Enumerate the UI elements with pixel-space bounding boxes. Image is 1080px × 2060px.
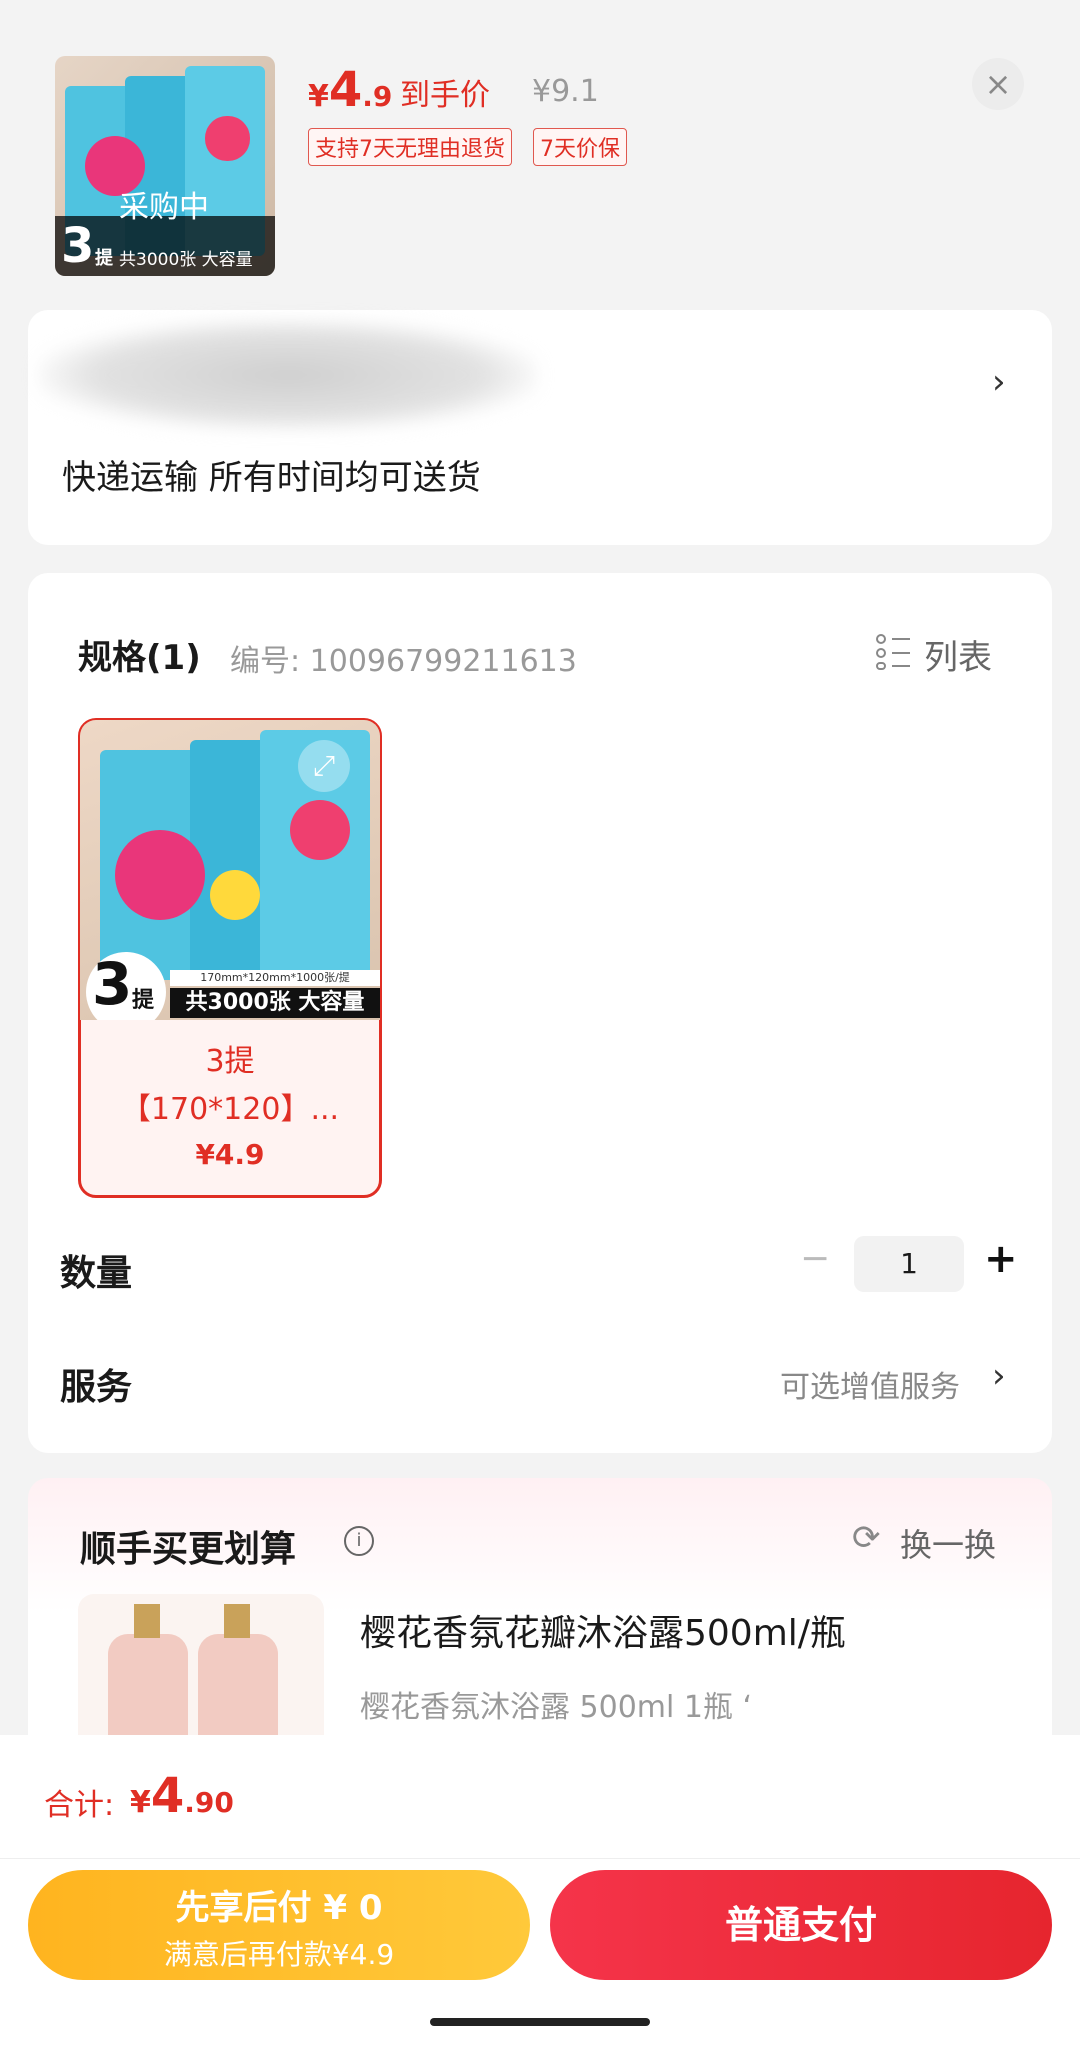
service-chevron-icon[interactable]: › — [992, 1356, 1006, 1396]
pay-later-button[interactable]: 先享后付 ¥ 0 满意后再付款¥4.9 — [28, 1870, 530, 1980]
total-label: 合计: — [44, 1788, 115, 1823]
bundle-item-subtitle: 樱花香氛沐浴露 500ml 1瓶 ‘ — [360, 1690, 753, 1725]
expand-icon[interactable]: ⤢ — [298, 740, 350, 792]
address-blurred — [38, 320, 538, 430]
home-indicator — [430, 2018, 650, 2026]
option-name-line1: 3提 — [205, 1044, 255, 1079]
bundle-item-title[interactable]: 樱花香氛花瓣沐浴露500ml/瓶 — [360, 1604, 846, 1656]
price-protect-tag: 7天价保 — [533, 128, 627, 166]
spec-code: 编号: 10096799211613 — [230, 644, 577, 679]
pay-later-subtitle: 满意后再付款¥4.9 — [163, 1938, 395, 1971]
normal-pay-button[interactable]: 普通支付 — [550, 1870, 1052, 1980]
option-price: ¥4.9 — [195, 1138, 265, 1171]
bundle-title: 顺手买更划算 — [80, 1529, 297, 1570]
original-price: ¥9.1 — [532, 74, 599, 109]
decrease-button[interactable]: − — [800, 1238, 830, 1279]
spec-title: 规格(1) — [78, 638, 201, 678]
total-price: ¥4.90 — [130, 1768, 234, 1824]
spec-option-image: ⤢ 3 提 170mm*120mm*1000张/提 共3000张 大容量 — [80, 720, 380, 1020]
divider — [0, 1858, 1080, 1859]
info-icon[interactable]: i — [344, 1526, 374, 1556]
list-view-toggle[interactable]: 列表 — [924, 630, 992, 679]
option-count: 3 — [92, 950, 133, 1018]
option-size-line: 170mm*120mm*1000张/提 — [170, 970, 380, 986]
refresh-button[interactable]: 换一换 — [900, 1520, 996, 1566]
increase-button[interactable]: + — [984, 1236, 1018, 1282]
final-price-label: 到手价 — [400, 78, 490, 113]
final-price: ¥4.9 — [308, 62, 393, 118]
delivery-info: 快递运输 所有时间均可送货 — [62, 458, 481, 498]
option-name-line2: 【170*120】... — [120, 1092, 340, 1127]
thumbnail-unit: 提 — [95, 248, 113, 269]
refresh-icon[interactable]: ⟳ — [852, 1518, 881, 1558]
quantity-label: 数量 — [60, 1253, 133, 1294]
purchasing-status: 采购中 — [119, 190, 209, 225]
thumbnail-caption: 共3000张 大容量 — [119, 250, 253, 270]
product-thumbnail[interactable]: 采购中 3 提 共3000张 大容量 — [55, 56, 275, 276]
thumbnail-count: 3 — [61, 218, 95, 274]
option-unit: 提 — [132, 988, 155, 1013]
service-value[interactable]: 可选增值服务 — [780, 1362, 960, 1406]
return-policy-tag: 支持7天无理由退货 — [308, 128, 512, 166]
pay-later-title: 先享后付 ¥ 0 — [175, 1888, 383, 1928]
bundle-item-image[interactable] — [78, 1594, 324, 1754]
quantity-input[interactable]: 1 — [854, 1236, 964, 1292]
thumbnail-banner: 采购中 3 提 共3000张 大容量 — [55, 190, 275, 276]
chevron-right-icon[interactable]: › — [992, 362, 1006, 402]
close-icon[interactable]: × — [972, 58, 1024, 110]
list-icon[interactable] — [876, 634, 910, 670]
service-label: 服务 — [60, 1367, 133, 1408]
option-banner: 共3000张 大容量 — [170, 988, 380, 1018]
